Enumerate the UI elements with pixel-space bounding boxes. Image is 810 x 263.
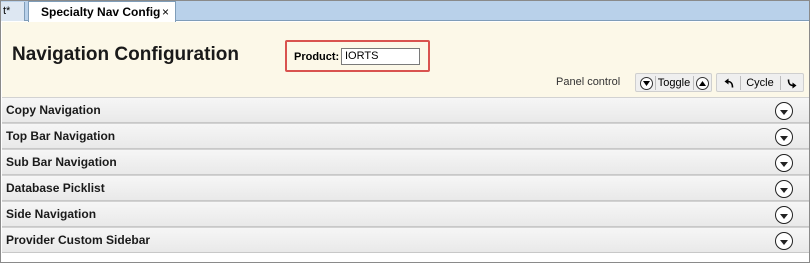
cycle-forward-button[interactable] [782, 75, 800, 91]
accordion-row-side-navigation[interactable]: Side Navigation [2, 201, 809, 227]
config-header: Navigation Configuration Product: IORTS … [2, 22, 809, 97]
navigation-accordion: Copy Navigation Top Bar Navigation Sub B… [2, 97, 809, 253]
accordion-row-database-picklist[interactable]: Database Picklist [2, 175, 809, 201]
product-label: Product: [294, 51, 340, 63]
chevron-down-icon[interactable] [775, 206, 793, 224]
tab-previous[interactable]: t* [1, 2, 25, 21]
chevron-down-icon[interactable] [775, 232, 793, 250]
chevron-down-icon[interactable] [775, 154, 793, 172]
toggle-label: Toggle [657, 77, 691, 89]
accordion-label: Provider Custom Sidebar [6, 233, 151, 247]
cycle-button[interactable]: Cycle [742, 75, 778, 91]
accordion-row-copy-navigation[interactable]: Copy Navigation [2, 97, 809, 123]
chevron-down-icon[interactable] [775, 180, 793, 198]
accordion-label: Sub Bar Navigation [6, 155, 117, 169]
divider [740, 76, 741, 90]
accordion-label: Database Picklist [6, 181, 105, 195]
accordion-label: Copy Navigation [6, 103, 101, 117]
accordion-label: Top Bar Navigation [6, 129, 116, 143]
cycle-back-button[interactable] [720, 75, 738, 91]
undo-arrow-icon [724, 78, 733, 88]
divider [693, 76, 694, 90]
panel-control-label: Panel control [556, 76, 621, 88]
tab-label: Specialty Nav Config [41, 5, 161, 19]
accordion-label: Side Navigation [6, 207, 97, 221]
product-input[interactable]: IORTS [341, 48, 420, 65]
cycle-control-group: Cycle [716, 73, 804, 92]
product-highlight-box: Product: IORTS [285, 40, 430, 72]
expand-all-button[interactable] [639, 75, 653, 91]
divider [780, 76, 781, 90]
tab-previous-label: t* [3, 5, 11, 17]
chevron-up-circle-icon [695, 76, 709, 90]
cycle-label: Cycle [746, 77, 774, 89]
tab-specialty-nav-config[interactable]: Specialty Nav Config × [28, 1, 176, 22]
window-frame: t* Specialty Nav Config × Navigation Con… [0, 0, 810, 263]
toggle-button[interactable]: Toggle [657, 75, 691, 91]
close-icon[interactable]: × [162, 5, 169, 19]
collapse-all-button[interactable] [695, 75, 709, 91]
page-title: Navigation Configuration [12, 44, 239, 65]
accordion-row-provider-custom-sidebar[interactable]: Provider Custom Sidebar [2, 227, 809, 253]
tab-strip: t* Specialty Nav Config × [1, 1, 809, 22]
accordion-row-sub-bar-navigation[interactable]: Sub Bar Navigation [2, 149, 809, 175]
chevron-down-circle-icon [639, 76, 653, 90]
chevron-down-icon[interactable] [775, 102, 793, 120]
divider [655, 76, 656, 90]
toggle-control-group: Toggle [635, 73, 712, 92]
chevron-down-icon[interactable] [775, 128, 793, 146]
redo-arrow-icon [787, 78, 796, 88]
accordion-row-top-bar-navigation[interactable]: Top Bar Navigation [2, 123, 809, 149]
